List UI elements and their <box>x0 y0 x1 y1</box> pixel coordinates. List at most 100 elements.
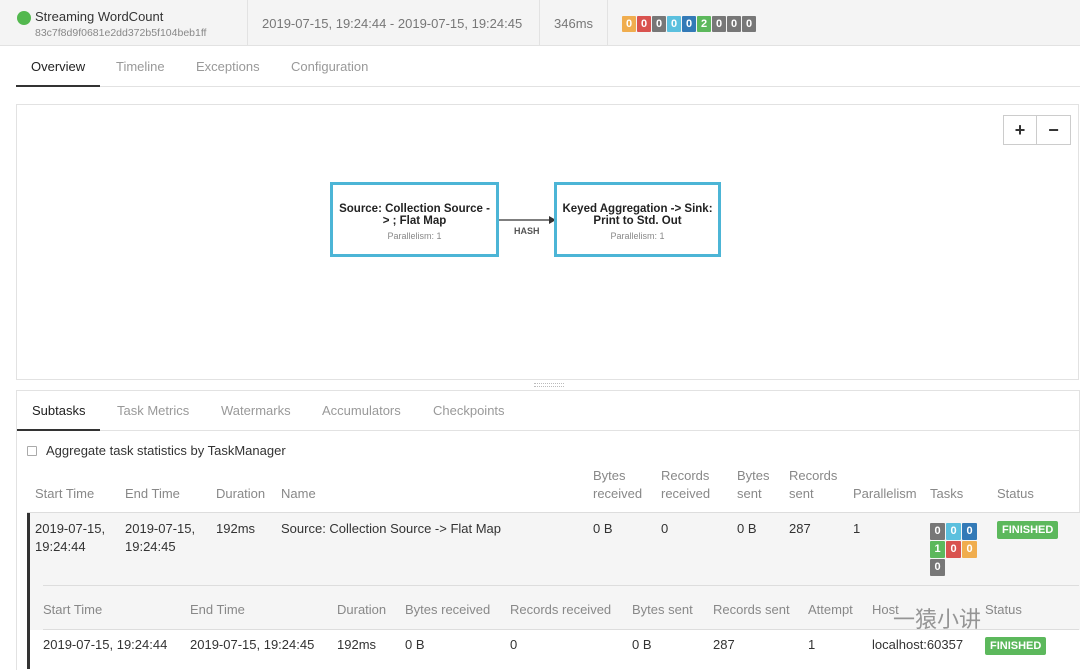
row-duration: 192ms <box>216 521 256 536</box>
col-records-sent-2: sent <box>789 486 814 501</box>
graph-edge-arrow <box>499 216 556 224</box>
aggregate-label: Aggregate task statistics by TaskManager <box>46 443 286 458</box>
graph-node-source[interactable]: Source: Collection Source -> ; Flat Map … <box>330 182 499 257</box>
job-id: 83c7f8d9f0681e2dd372b5f104beb1ff <box>35 27 207 39</box>
subcol-records-received: Records received <box>510 602 612 617</box>
subcol-bytes-sent: Bytes sent <box>632 602 693 617</box>
subcol-attempt: Attempt <box>808 602 853 617</box>
node-parallelism: Parallelism: 1 <box>610 231 665 241</box>
col-records-sent[interactable]: Records <box>789 467 837 485</box>
zoom-controls: + − <box>1003 115 1071 145</box>
subrow-attempt: 1 <box>808 637 816 652</box>
job-tabs: Overview Timeline Exceptions Configurati… <box>16 46 1080 87</box>
tab-configuration[interactable]: Configuration <box>276 46 383 87</box>
col-name[interactable]: Name <box>281 485 316 503</box>
row-start-date: 2019-07-15, <box>35 521 106 536</box>
panel-resize-handle[interactable] <box>534 383 564 387</box>
node-title: Keyed Aggregation -> Sink: Print to Std.… <box>562 203 713 227</box>
tab-checkpoints[interactable]: Checkpoints <box>418 391 520 431</box>
tab-accumulators[interactable]: Accumulators <box>307 391 416 431</box>
row-parallelism: 1 <box>853 521 861 536</box>
node-parallelism: Parallelism: 1 <box>387 231 442 241</box>
subcol-records-sent: Records sent <box>713 602 790 617</box>
subcol-duration: Duration <box>337 602 387 617</box>
time-range-text: 2019-07-15, 19:24:44 - 2019-07-15, 19:24… <box>262 16 523 31</box>
task-count-badge: 0 <box>637 16 651 32</box>
col-start-time[interactable]: Start Time <box>35 485 94 503</box>
duration-text: 346ms <box>554 16 594 31</box>
subcol-bytes-received: Bytes received <box>405 602 491 617</box>
tab-subtasks[interactable]: Subtasks <box>17 391 101 431</box>
col-bytes-sent-2: sent <box>737 486 762 501</box>
row-task-count-badge: 1 <box>930 541 945 558</box>
row-end-time: 19:24:45 <box>125 539 176 554</box>
watermark-text: 一猿小讲 <box>893 608 982 633</box>
aggregate-toggle[interactable]: Aggregate task statistics by TaskManager <box>27 443 286 458</box>
graph-node-aggregation[interactable]: Keyed Aggregation -> Sink: Print to Std.… <box>554 182 721 257</box>
tab-watermarks[interactable]: Watermarks <box>206 391 306 431</box>
task-count-badge: 0 <box>712 16 726 32</box>
col-tasks[interactable]: Tasks <box>930 485 963 503</box>
task-count-badge: 0 <box>682 16 696 32</box>
zoom-in-button[interactable]: + <box>1003 115 1037 145</box>
tab-timeline[interactable]: Timeline <box>101 46 180 87</box>
subrow-duration: 192ms <box>337 637 377 652</box>
row-records-received: 0 <box>661 521 669 536</box>
col-parallelism[interactable]: Parallelism <box>853 485 917 503</box>
col-status[interactable]: Status <box>997 485 1034 503</box>
row-end-date: 2019-07-15, <box>125 521 196 536</box>
row-task-count-badge: 0 <box>962 523 977 540</box>
task-count-badge: 0 <box>622 16 636 32</box>
row-task-count-badge: 0 <box>946 541 961 558</box>
task-count-badge: 0 <box>652 16 666 32</box>
vertex-tabs: Subtasks Task Metrics Watermarks Accumul… <box>17 391 1079 431</box>
col-bytes-received[interactable]: Bytes <box>593 467 626 485</box>
tab-task-metrics[interactable]: Task Metrics <box>102 391 204 431</box>
row-bytes-received: 0 B <box>593 521 613 536</box>
job-duration: 346ms <box>540 0 608 46</box>
row-records-sent: 287 <box>789 521 811 536</box>
subtable-divider <box>43 585 1079 586</box>
zoom-out-button[interactable]: − <box>1037 115 1071 145</box>
job-header: Streaming WordCount 83c7f8d9f0681e2dd372… <box>0 0 1080 46</box>
col-records-received[interactable]: Records <box>661 467 709 485</box>
row-status-badge: FINISHED <box>997 521 1059 539</box>
row-task-count-badge: 0 <box>946 523 961 540</box>
tab-overview[interactable]: Overview <box>16 46 101 87</box>
subrow-status-badge: FINISHED <box>985 637 1047 655</box>
job-graph[interactable]: + − Source: Collection Source -> ; Flat … <box>16 104 1079 380</box>
subrow-bytes-received: 0 B <box>405 637 425 652</box>
task-status-counts: 000002000 <box>622 16 756 32</box>
row-bytes-sent: 0 B <box>737 521 757 536</box>
row-task-count-badge: 0 <box>962 541 977 558</box>
col-duration[interactable]: Duration <box>216 485 265 503</box>
col-end-time[interactable]: End Time <box>125 485 180 503</box>
job-time-range: 2019-07-15, 19:24:44 - 2019-07-15, 19:24… <box>248 0 540 46</box>
row-task-counts: 0001000 <box>930 523 982 576</box>
col-records-received-2: received <box>661 486 711 501</box>
subcol-start-time: Start Time <box>43 602 103 617</box>
subrow-end-time: 2019-07-15, 19:24:45 <box>190 637 315 652</box>
row-task-count-badge: 0 <box>930 559 945 576</box>
col-bytes-sent[interactable]: Bytes <box>737 467 770 485</box>
edge-label: HASH <box>514 226 540 236</box>
job-info[interactable]: Streaming WordCount 83c7f8d9f0681e2dd372… <box>0 0 248 46</box>
task-count-badge: 0 <box>667 16 681 32</box>
subrow-records-sent: 287 <box>713 637 735 652</box>
task-count-badge: 0 <box>742 16 756 32</box>
job-status-dot <box>17 11 31 25</box>
node-title: Source: Collection Source -> ; Flat Map <box>339 203 490 227</box>
task-count-badge: 0 <box>727 16 741 32</box>
col-bytes-received-2: received <box>593 486 643 501</box>
subcol-end-time: End Time <box>190 602 245 617</box>
subcol-status: Status <box>985 602 1022 617</box>
tab-exceptions[interactable]: Exceptions <box>181 46 275 87</box>
row-divider <box>27 512 1080 513</box>
subrow-host: localhost:60357 <box>872 637 964 652</box>
subrow-bytes-sent: 0 B <box>632 637 652 652</box>
aggregate-checkbox[interactable] <box>27 445 37 456</box>
row-task-count-badge: 0 <box>930 523 945 540</box>
row-start-time: 19:24:44 <box>35 539 86 554</box>
task-count-badge: 2 <box>697 16 711 32</box>
subrow-start-time: 2019-07-15, 19:24:44 <box>43 637 168 652</box>
